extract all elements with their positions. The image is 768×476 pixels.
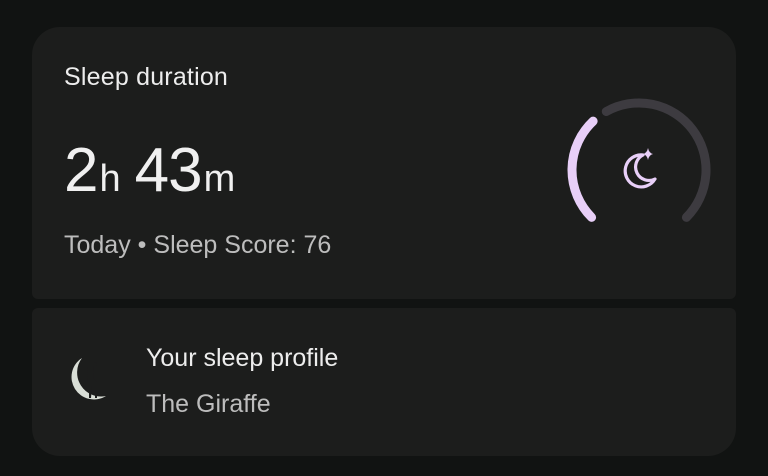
card-title: Sleep duration — [64, 63, 229, 91]
minutes-unit: m — [203, 158, 236, 200]
moon-star-icon — [623, 148, 657, 189]
sleep-profile-card[interactable]: Your sleep profile The Giraffe — [32, 308, 736, 456]
minutes-value: 43 — [134, 136, 203, 205]
day-label: Today — [64, 231, 131, 259]
separator-dot: • — [137, 231, 147, 259]
sleep-score-label: Sleep Score: 76 — [153, 231, 332, 259]
profile-name: The Giraffe — [146, 390, 271, 418]
profile-title: Your sleep profile — [146, 344, 339, 372]
hours-value: 2 — [64, 136, 98, 205]
ring-track — [601, 98, 711, 222]
ring-progress — [567, 116, 598, 222]
giraffe-moon-icon — [71, 358, 106, 400]
sleep-summary: Today • Sleep Score: 76 — [64, 231, 331, 260]
sleep-progress-ring — [567, 98, 711, 222]
hours-unit: h — [99, 158, 121, 200]
sleep-duration-value: 2h 43m — [64, 135, 235, 206]
sleep-duration-card[interactable]: Sleep duration 2h 43m Today • Sleep Score… — [32, 27, 736, 299]
